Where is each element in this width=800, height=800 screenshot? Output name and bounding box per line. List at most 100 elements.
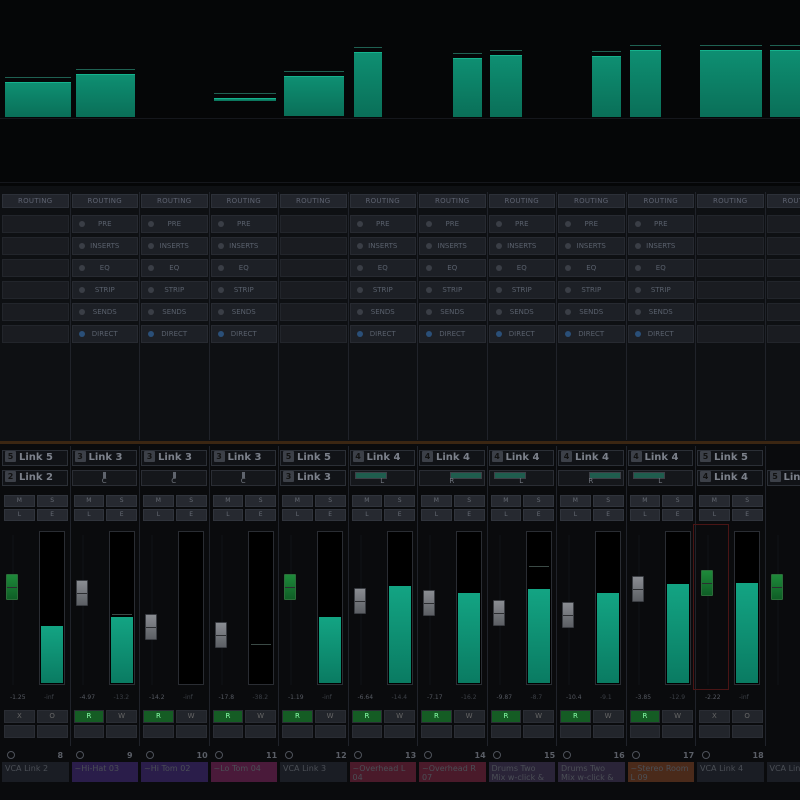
mute-button[interactable]: M bbox=[699, 495, 730, 507]
automation-mode-button[interactable] bbox=[143, 725, 174, 738]
routing-item-inserts[interactable]: INSERTS bbox=[141, 237, 208, 255]
routing-item-direct[interactable]: DIRECT bbox=[210, 325, 277, 343]
listen-button[interactable]: L bbox=[629, 509, 661, 521]
write-automation-button[interactable]: W bbox=[175, 710, 207, 723]
routing-header-button[interactable]: ROUTING bbox=[419, 194, 486, 208]
channel-name[interactable]: ~Lo Tom 04 bbox=[210, 762, 277, 782]
solo-button[interactable]: S bbox=[731, 495, 763, 507]
routing-item-inserts[interactable]: INSERTS bbox=[419, 237, 486, 255]
volume-fader[interactable] bbox=[145, 614, 157, 640]
read-automation-button[interactable]: R bbox=[73, 710, 105, 723]
channel-name[interactable]: ~Stereo Room L 09 bbox=[627, 762, 694, 782]
volume-fader[interactable] bbox=[284, 574, 296, 600]
edit-button[interactable]: E bbox=[245, 509, 276, 521]
mute-button[interactable]: M bbox=[73, 495, 105, 507]
automation-mode-button[interactable] bbox=[282, 725, 313, 738]
automation-mode-button[interactable] bbox=[36, 725, 68, 738]
pan-control[interactable]: L bbox=[627, 470, 693, 486]
routing-item-eq[interactable]: EQ bbox=[419, 259, 486, 277]
listen-button[interactable]: L bbox=[212, 509, 244, 521]
routing-item-eq[interactable]: EQ bbox=[558, 259, 625, 277]
routing-header-button[interactable]: ROUTING bbox=[141, 194, 208, 208]
link-group-button[interactable]: 5Link 5 bbox=[697, 450, 763, 466]
record-arm-icon[interactable] bbox=[493, 751, 501, 759]
listen-button[interactable]: L bbox=[699, 509, 730, 521]
volume-fader[interactable] bbox=[75, 580, 88, 606]
volume-fader[interactable] bbox=[353, 588, 366, 614]
channel-name[interactable]: ~Overhead L 04 bbox=[349, 762, 416, 782]
routing-item-strip[interactable]: STRIP bbox=[419, 281, 486, 299]
automation-mode-button[interactable] bbox=[73, 725, 105, 738]
read-automation-button[interactable]: X bbox=[4, 710, 35, 723]
automation-mode-button[interactable] bbox=[106, 725, 137, 738]
read-automation-button[interactable]: R bbox=[629, 710, 661, 723]
automation-mode-button[interactable] bbox=[314, 725, 346, 738]
record-arm-icon[interactable] bbox=[76, 751, 84, 759]
mute-button[interactable]: M bbox=[4, 495, 35, 507]
write-automation-button[interactable]: W bbox=[384, 710, 415, 723]
channel-name[interactable]: VCA Link 4 bbox=[697, 762, 764, 782]
automation-mode-button[interactable] bbox=[175, 725, 207, 738]
routing-item-direct[interactable]: DIRECT bbox=[488, 325, 555, 343]
routing-item-eq[interactable]: EQ bbox=[627, 259, 694, 277]
routing-item-direct[interactable]: DIRECT bbox=[349, 325, 416, 343]
solo-button[interactable]: S bbox=[662, 495, 693, 507]
routing-item-eq[interactable]: EQ bbox=[349, 259, 416, 277]
volume-fader[interactable] bbox=[492, 600, 505, 626]
routing-item-inserts[interactable]: INSERTS bbox=[71, 237, 138, 255]
record-arm-icon[interactable] bbox=[215, 751, 223, 759]
automation-mode-button[interactable] bbox=[662, 725, 693, 738]
listen-button[interactable]: L bbox=[282, 509, 313, 521]
channel-name[interactable]: ~Hi-Hat 03 bbox=[71, 762, 138, 782]
volume-fader[interactable] bbox=[562, 602, 574, 628]
routing-item-sends[interactable]: SENDS bbox=[141, 303, 208, 321]
routing-header-button[interactable]: ROUTING bbox=[558, 194, 625, 208]
routing-item-strip[interactable]: STRIP bbox=[627, 281, 694, 299]
solo-button[interactable]: S bbox=[245, 495, 276, 507]
edit-button[interactable]: E bbox=[662, 509, 693, 521]
mute-button[interactable]: M bbox=[560, 495, 591, 507]
channel-name[interactable]: ~Overhead R 07 bbox=[419, 762, 486, 782]
solo-button[interactable]: S bbox=[523, 495, 554, 507]
automation-mode-button[interactable] bbox=[384, 725, 415, 738]
routing-header-button[interactable]: ROUTING bbox=[627, 194, 694, 208]
solo-button[interactable]: S bbox=[175, 495, 207, 507]
automation-mode-button[interactable] bbox=[523, 725, 554, 738]
edit-button[interactable]: E bbox=[106, 509, 137, 521]
volume-fader[interactable] bbox=[6, 574, 18, 600]
link-group-button[interactable]: 3 Link 3 bbox=[71, 450, 137, 466]
link-group-button[interactable]: 4 Link 4 bbox=[419, 450, 485, 466]
routing-item-sends[interactable]: SENDS bbox=[488, 303, 555, 321]
mute-button[interactable]: M bbox=[421, 495, 452, 507]
pan-control[interactable]: C bbox=[71, 470, 137, 486]
read-automation-button[interactable]: R bbox=[421, 710, 452, 723]
channel-name[interactable]: VCA Link 2 bbox=[2, 762, 69, 782]
routing-item-eq[interactable]: EQ bbox=[210, 259, 277, 277]
mute-button[interactable]: M bbox=[351, 495, 383, 507]
routing-header-button[interactable]: ROUTING bbox=[280, 194, 347, 208]
mute-button[interactable]: M bbox=[490, 495, 522, 507]
edit-button[interactable]: E bbox=[453, 509, 485, 521]
link-group-button[interactable]: 4 Link 4 bbox=[488, 450, 554, 466]
read-automation-button[interactable]: R bbox=[282, 710, 313, 723]
routing-item-pre[interactable]: PRE bbox=[558, 215, 625, 233]
solo-button[interactable]: S bbox=[314, 495, 346, 507]
pan-control[interactable]: C bbox=[210, 470, 276, 486]
mute-button[interactable]: M bbox=[212, 495, 244, 507]
write-automation-button[interactable]: W bbox=[245, 710, 276, 723]
link-group-button[interactable]: 2 Link 2 bbox=[2, 470, 68, 486]
read-automation-button[interactable]: R bbox=[212, 710, 244, 723]
routing-item-sends[interactable]: SENDS bbox=[558, 303, 625, 321]
listen-button[interactable]: L bbox=[421, 509, 452, 521]
pan-control[interactable]: R bbox=[558, 470, 624, 486]
write-automation-button[interactable]: W bbox=[314, 710, 346, 723]
routing-header-button[interactable]: ROUTING bbox=[488, 194, 555, 208]
routing-header-button[interactable]: ROUTING bbox=[210, 194, 277, 208]
edit-button[interactable]: E bbox=[523, 509, 554, 521]
listen-button[interactable]: L bbox=[73, 509, 105, 521]
edit-button[interactable]: E bbox=[592, 509, 624, 521]
automation-mode-button[interactable] bbox=[490, 725, 522, 738]
routing-item-inserts[interactable]: INSERTS bbox=[558, 237, 625, 255]
write-automation-button[interactable]: W bbox=[106, 710, 137, 723]
routing-header-button[interactable]: ROUTING bbox=[349, 194, 416, 208]
